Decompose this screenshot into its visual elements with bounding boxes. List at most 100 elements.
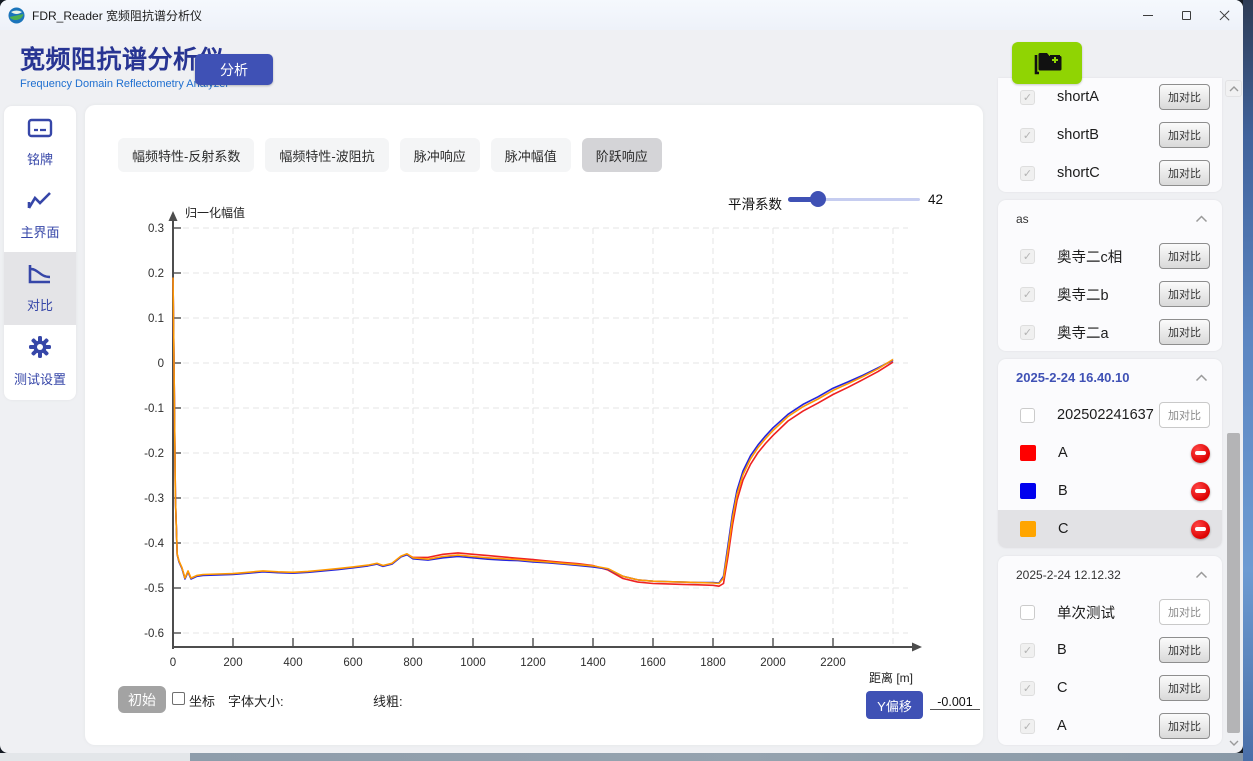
item-checkbox[interactable]: ✓ [1020, 249, 1035, 264]
scroll-down-button[interactable] [1225, 734, 1242, 751]
sidebar-item-铭牌[interactable]: 铭牌 [4, 106, 76, 179]
item-checkbox[interactable]: ✓ [1020, 90, 1035, 105]
add-compare-button[interactable]: 加对比 [1159, 675, 1210, 701]
list-item-A[interactable]: ✓ A 加对比 [998, 707, 1222, 745]
maximize-button[interactable] [1167, 0, 1205, 30]
item-name: A [1057, 718, 1067, 734]
y-offset-button[interactable]: Y偏移 [866, 691, 923, 719]
list-item-B[interactable]: ✓B加对比 [998, 631, 1222, 669]
app-window: FDR_Reader 宽频阻抗谱分析仪 宽频阻抗谱分析仪 Frequency D… [0, 0, 1243, 753]
sidebar-item-测试设置[interactable]: 测试设置 [4, 325, 76, 398]
sidebar-item-对比[interactable]: 对比 [4, 252, 76, 325]
svg-text:1000: 1000 [460, 657, 486, 669]
list-item-B[interactable]: B [998, 472, 1222, 510]
remove-button[interactable] [1191, 520, 1210, 539]
svg-text:归一化幅值: 归一化幅值 [185, 205, 245, 220]
list-item-202502241637[interactable]: 202502241637加对比 [998, 396, 1222, 434]
group-title: as [1016, 212, 1029, 226]
item-name: shortA [1057, 89, 1099, 105]
svg-text:0: 0 [158, 358, 164, 370]
color-swatch [1020, 483, 1036, 499]
svg-text:1800: 1800 [700, 657, 726, 669]
list-item-C[interactable]: C [998, 510, 1222, 548]
desktop-background: FDR_Reader 宽频阻抗谱分析仪 宽频阻抗谱分析仪 Frequency D… [0, 0, 1253, 761]
color-swatch [1020, 521, 1036, 537]
line-width-label: 线粗: [373, 691, 403, 710]
chevron-up-icon [1195, 374, 1208, 382]
tab-幅频特性-波阻抗[interactable]: 幅频特性-波阻抗 [265, 138, 388, 172]
item-checkbox[interactable]: ✓ [1020, 643, 1035, 658]
color-swatch [1020, 445, 1036, 461]
item-checkbox[interactable]: ✓ [1020, 681, 1035, 696]
font-size-label: 字体大小: [228, 691, 284, 710]
item-checkbox[interactable]: ✓ [1020, 719, 1035, 734]
minimize-button[interactable] [1129, 0, 1167, 30]
group-header[interactable]: 2025-2-24 16.40.10 [998, 359, 1222, 396]
list-item-奥寺二b[interactable]: ✓奥寺二b加对比 [998, 275, 1222, 313]
measurement-group-card: 2025-2-24 16.40.10202502241637加对比 A BC [998, 359, 1222, 548]
tab-阶跃响应[interactable]: 阶跃响应 [582, 138, 662, 172]
svg-text:-0.4: -0.4 [144, 538, 164, 550]
add-compare-button[interactable]: 加对比 [1159, 402, 1210, 428]
group-header[interactable]: as [998, 200, 1222, 237]
svg-text:200: 200 [223, 657, 242, 669]
add-folder-icon [1030, 49, 1064, 77]
sidebar-item-主界面[interactable]: 主界面 [4, 179, 76, 252]
item-checkbox[interactable]: ✓ [1020, 166, 1035, 181]
add-compare-button[interactable]: 加对比 [1159, 713, 1210, 739]
list-item-单次测试[interactable]: 单次测试加对比 [998, 593, 1222, 631]
y-offset-input[interactable] [930, 695, 980, 710]
window-title: FDR_Reader 宽频阻抗谱分析仪 [32, 7, 202, 24]
list-item-C[interactable]: ✓ C 加对比 [998, 669, 1222, 707]
item-name: A [1058, 445, 1068, 461]
minimize-icon [1143, 15, 1153, 16]
tab-脉冲幅值[interactable]: 脉冲幅值 [491, 138, 571, 172]
svg-text:800: 800 [403, 657, 422, 669]
add-compare-button[interactable]: 加对比 [1159, 637, 1210, 663]
close-button[interactable] [1205, 0, 1243, 30]
item-checkbox[interactable] [1020, 605, 1035, 620]
maximize-icon [1182, 11, 1191, 20]
svg-text:1400: 1400 [580, 657, 606, 669]
settings-gear-icon [28, 335, 52, 364]
scroll-up-button[interactable] [1225, 80, 1242, 97]
list-item-A[interactable]: A [998, 434, 1222, 472]
add-compare-button[interactable]: 加对比 [1159, 281, 1210, 307]
item-checkbox[interactable]: ✓ [1020, 325, 1035, 340]
chevron-up-icon [1229, 86, 1239, 92]
list-item-shortB[interactable]: ✓shortB加对比 [998, 116, 1222, 154]
measurement-group-card: as ✓奥寺二c相加对比✓奥寺二b加对比✓奥寺二a加对比 [998, 200, 1222, 351]
group-header[interactable]: 2025-2-24 12.12.32 [998, 556, 1222, 593]
svg-text:400: 400 [283, 657, 302, 669]
list-item-奥寺二c相[interactable]: ✓奥寺二c相加对比 [998, 237, 1222, 275]
coordinates-checkbox[interactable] [172, 692, 185, 705]
add-compare-button[interactable]: 加对比 [1159, 160, 1210, 186]
remove-button[interactable] [1191, 444, 1210, 463]
item-checkbox[interactable]: ✓ [1020, 128, 1035, 143]
compare-icon [27, 263, 53, 290]
add-compare-button[interactable]: 加对比 [1159, 243, 1210, 269]
reset-button[interactable]: 初始 [118, 686, 166, 713]
add-compare-button[interactable]: 加对比 [1159, 84, 1210, 110]
chevron-down-icon [1229, 740, 1239, 746]
analyze-button[interactable]: 分析 [195, 54, 273, 85]
item-name: B [1058, 483, 1068, 499]
app-logo-icon [8, 7, 25, 24]
item-checkbox[interactable]: ✓ [1020, 287, 1035, 302]
tab-幅频特性-反射系数[interactable]: 幅频特性-反射系数 [118, 138, 254, 172]
tab-脉冲响应[interactable]: 脉冲响应 [400, 138, 480, 172]
chart-tabs: 幅频特性-反射系数幅频特性-波阻抗脉冲响应脉冲幅值阶跃响应 [118, 138, 662, 172]
group-title: 2025-2-24 12.12.32 [1016, 568, 1121, 582]
svg-text:1200: 1200 [520, 657, 546, 669]
add-compare-button[interactable]: 加对比 [1159, 599, 1210, 625]
list-item-奥寺二a[interactable]: ✓奥寺二a加对比 [998, 313, 1222, 351]
list-item-shortC[interactable]: ✓shortC加对比 [998, 154, 1222, 192]
scrollbar-thumb[interactable] [1227, 433, 1240, 733]
item-name: C [1057, 680, 1067, 696]
import-data-button[interactable] [1012, 42, 1082, 84]
remove-button[interactable] [1191, 482, 1210, 501]
add-compare-button[interactable]: 加对比 [1159, 122, 1210, 148]
add-compare-button[interactable]: 加对比 [1159, 319, 1210, 345]
svg-text:2000: 2000 [760, 657, 786, 669]
item-checkbox[interactable] [1020, 408, 1035, 423]
